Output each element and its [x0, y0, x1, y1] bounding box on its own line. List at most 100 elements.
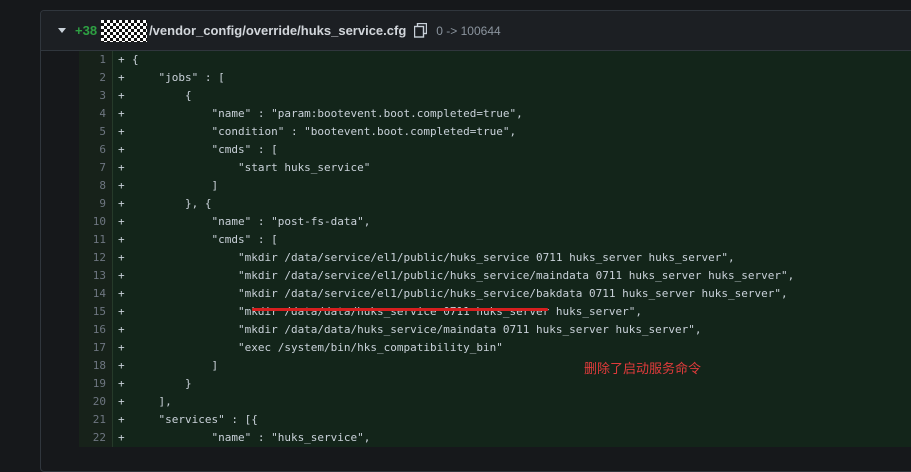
line-content: "mkdir /data/service/el1/public/huks_ser… — [132, 267, 911, 285]
line-gutter — [41, 375, 79, 393]
diff-marker: + — [113, 303, 132, 321]
line-gutter — [41, 213, 79, 231]
diff-code-area: 1 +{2 + "jobs" : [3 + {4 + "name" : "param:b… — [41, 51, 911, 447]
diff-marker: + — [113, 195, 132, 213]
diff-line: 3 + { — [41, 87, 911, 105]
line-number[interactable]: 2 — [79, 69, 113, 87]
line-content: ] — [132, 357, 911, 375]
file-path[interactable]: /vendor_config/override/huks_service.cfg — [149, 23, 406, 38]
line-number[interactable]: 20 — [79, 393, 113, 411]
diff-marker: + — [113, 69, 132, 87]
diff-marker: + — [113, 339, 132, 357]
diff-line: 6 + "cmds" : [ — [41, 141, 911, 159]
added-lines-count: +38 — [75, 23, 98, 38]
diff-line: 7 + "start huks_service" — [41, 159, 911, 177]
line-gutter — [41, 87, 79, 105]
diff-marker: + — [113, 213, 132, 231]
line-number[interactable]: 7 — [79, 159, 113, 177]
line-content: { — [132, 51, 911, 69]
line-number[interactable]: 11 — [79, 231, 113, 249]
line-number[interactable]: 12 — [79, 249, 113, 267]
line-number[interactable]: 22 — [79, 429, 113, 447]
line-content: "mkdir /data/service/el1/public/huks_ser… — [132, 249, 911, 267]
redacted-path-segment — [101, 19, 148, 42]
line-number[interactable]: 1 — [79, 51, 113, 69]
line-content: "mkdir /data/service/el1/public/huks_ser… — [132, 285, 911, 303]
line-number[interactable]: 13 — [79, 267, 113, 285]
line-number[interactable]: 18 — [79, 357, 113, 375]
line-number[interactable]: 3 — [79, 87, 113, 105]
annotation-note: 删除了启动服务命令 — [584, 362, 702, 377]
line-number[interactable]: 15 — [79, 303, 113, 321]
diff-line: 14 + "mkdir /data/service/el1/public/huks… — [41, 285, 911, 303]
line-number[interactable]: 8 — [79, 177, 113, 195]
line-content: "start huks_service" — [132, 159, 911, 177]
diff-line: 22 + "name" : "huks_service", — [41, 429, 911, 447]
line-content: "name" : "param:bootevent.boot.completed… — [132, 105, 911, 123]
diff-marker: + — [113, 357, 132, 375]
diff-line: 5 + "condition" : "bootevent.boot.complet… — [41, 123, 911, 141]
file-header: +38 /vendor_config/override/huks_service… — [41, 11, 911, 51]
line-gutter — [41, 51, 79, 69]
line-number[interactable]: 17 — [79, 339, 113, 357]
diff-marker: + — [113, 429, 132, 447]
diff-line: 9 + }, { — [41, 195, 911, 213]
line-number[interactable]: 5 — [79, 123, 113, 141]
line-number[interactable]: 4 — [79, 105, 113, 123]
line-gutter — [41, 105, 79, 123]
line-number[interactable]: 9 — [79, 195, 113, 213]
line-content: } — [132, 375, 911, 393]
line-gutter — [41, 357, 79, 375]
line-number[interactable]: 19 — [79, 375, 113, 393]
line-number[interactable]: 14 — [79, 285, 113, 303]
diff-marker: + — [113, 249, 132, 267]
line-number[interactable]: 16 — [79, 321, 113, 339]
line-gutter — [41, 393, 79, 411]
diff-marker: + — [113, 141, 132, 159]
diff-marker: + — [113, 105, 132, 123]
diff-marker: + — [113, 375, 132, 393]
diff-marker: + — [113, 87, 132, 105]
chevron-down-icon[interactable] — [55, 24, 69, 38]
line-content: "cmds" : [ — [132, 141, 911, 159]
line-gutter — [41, 123, 79, 141]
diff-marker: + — [113, 393, 132, 411]
line-content: "services" : [{ — [132, 411, 911, 429]
diff-line: 16 + "mkdir /data/data/huks_service/maind… — [41, 321, 911, 339]
line-content: "mkdir /data/data/huks_service 0711 huks… — [132, 303, 911, 321]
diff-line: 11 + "cmds" : [ — [41, 231, 911, 249]
diff-line: 15 + "mkdir /data/data/huks_service 0711 … — [41, 303, 911, 321]
line-gutter — [41, 321, 79, 339]
line-gutter — [41, 339, 79, 357]
diff-marker: + — [113, 285, 132, 303]
diff-line: 20 + ], — [41, 393, 911, 411]
line-gutter — [41, 411, 79, 429]
line-gutter — [41, 249, 79, 267]
line-gutter — [41, 177, 79, 195]
line-number[interactable]: 10 — [79, 213, 113, 231]
line-gutter — [41, 429, 79, 447]
line-gutter — [41, 303, 79, 321]
line-gutter — [41, 159, 79, 177]
diff-line: 1 +{ — [41, 51, 911, 69]
line-content: "jobs" : [ — [132, 69, 911, 87]
line-number[interactable]: 6 — [79, 141, 113, 159]
diff-line: 13 + "mkdir /data/service/el1/public/huks… — [41, 267, 911, 285]
line-gutter — [41, 267, 79, 285]
copy-icon[interactable] — [414, 23, 428, 39]
diff-line: 8 + ] — [41, 177, 911, 195]
diff-line: 21 + "services" : [{ — [41, 411, 911, 429]
diff-file: +38 /vendor_config/override/huks_service… — [40, 10, 911, 472]
diff-line: 4 + "name" : "param:bootevent.boot.comple… — [41, 105, 911, 123]
diff-marker: + — [113, 231, 132, 249]
diff-line: 12 + "mkdir /data/service/el1/public/huks… — [41, 249, 911, 267]
line-number[interactable]: 21 — [79, 411, 113, 429]
line-content: "cmds" : [ — [132, 231, 911, 249]
line-content: "name" : "huks_service", — [132, 429, 911, 447]
red-underline-annotation — [252, 308, 548, 311]
line-content: "condition" : "bootevent.boot.completed=… — [132, 123, 911, 141]
diff-line: 17 + "exec /system/bin/hks_compatibility_… — [41, 339, 911, 357]
line-gutter — [41, 195, 79, 213]
line-content: "mkdir /data/data/huks_service/maindata … — [132, 321, 911, 339]
line-content: ] — [132, 177, 911, 195]
